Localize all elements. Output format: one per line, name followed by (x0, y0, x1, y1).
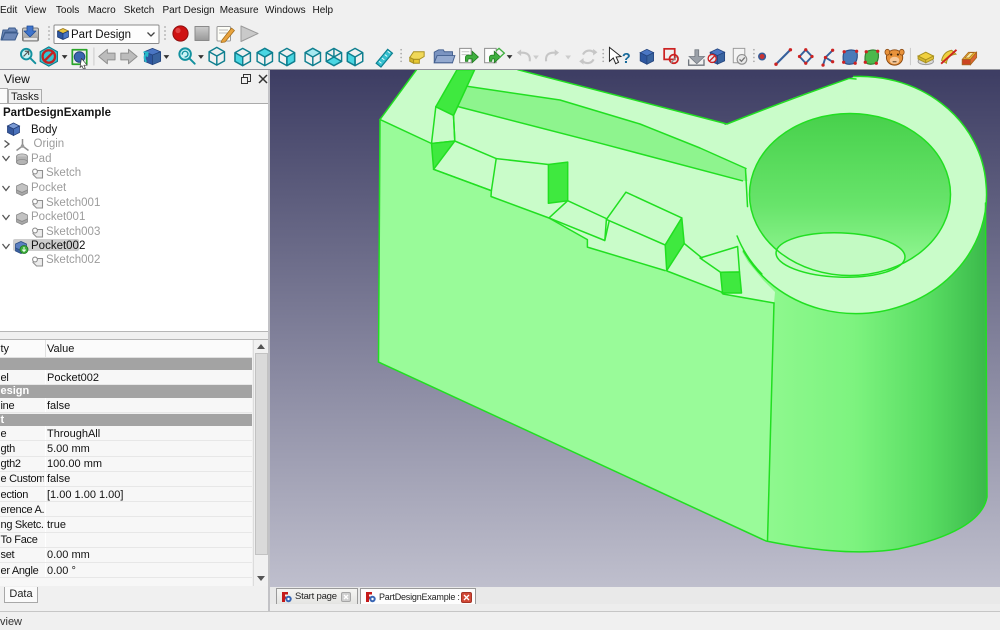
svg-text:?: ? (622, 51, 631, 67)
svg-text:Part Design: Part Design (71, 29, 131, 41)
